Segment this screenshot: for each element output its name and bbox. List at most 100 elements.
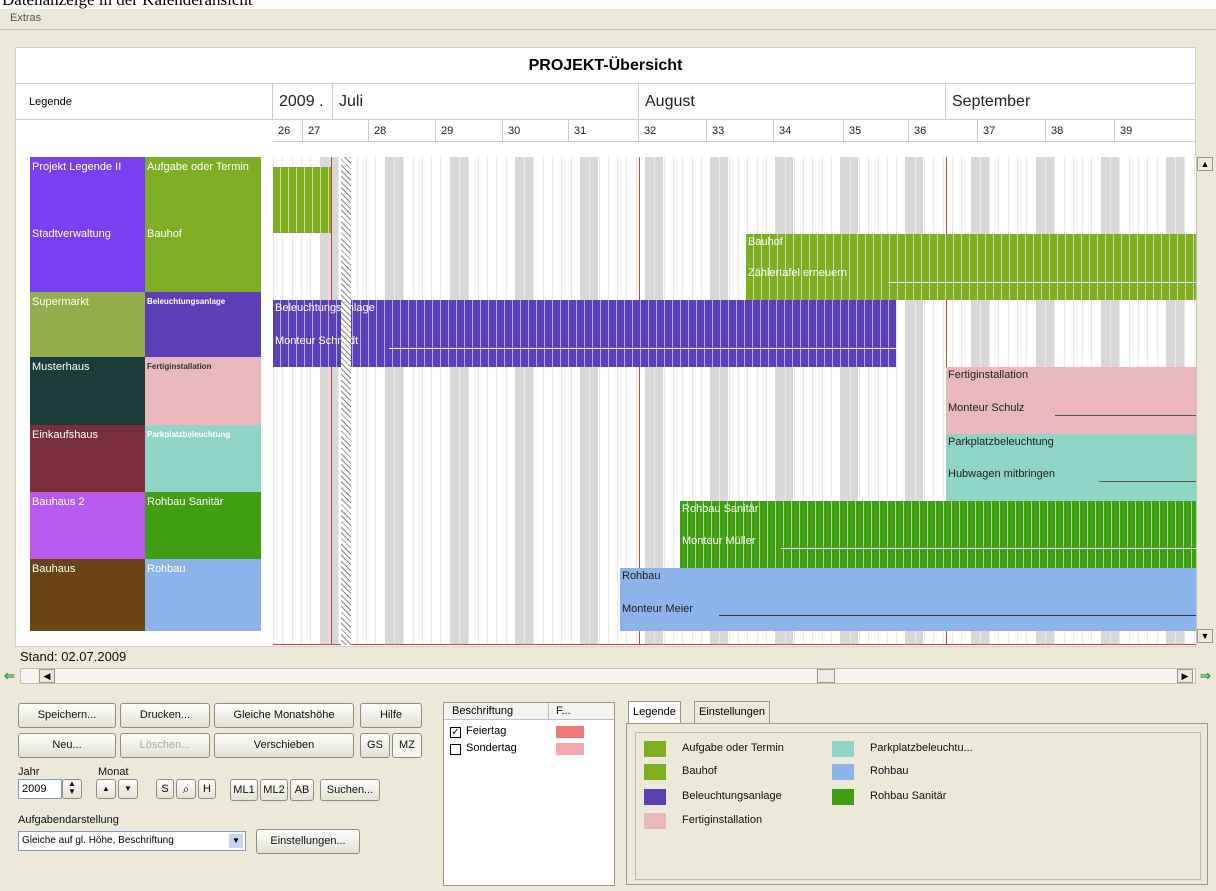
gantt-bar-rohbau-sanitaer-label: Rohbau Sanitär — [682, 503, 759, 515]
gantt-bar-beleuchtung[interactable]: Beleuchtungsanlage — [273, 300, 896, 367]
gantt-sub-line — [1099, 481, 1196, 482]
day-tick — [980, 143, 985, 153]
ml1-button[interactable]: ML1 — [230, 779, 258, 801]
day-tick — [422, 143, 427, 153]
help-button[interactable]: Hilfe — [360, 703, 422, 728]
move-button[interactable]: Verschieben — [214, 733, 354, 758]
day-gridline — [552, 157, 553, 645]
day-tick — [1008, 143, 1013, 153]
day-tick — [515, 143, 520, 153]
save-button[interactable]: Speichern... — [18, 703, 116, 728]
menu-extras[interactable]: Extras — [10, 12, 41, 24]
day-tick — [394, 143, 399, 153]
equal-month-height-button[interactable]: Gleiche Monatshöhe — [214, 703, 354, 728]
gs-button[interactable]: GS — [360, 733, 390, 758]
legend-header: Legende — [15, 84, 273, 120]
gantt-bar-fertig[interactable]: Fertiginstallation — [946, 367, 1196, 434]
week-cell: 27 — [303, 120, 369, 142]
tab-einstellungen[interactable]: Einstellungen — [694, 701, 771, 723]
legend-task-cell: Rohbau — [145, 559, 261, 631]
month-down-icon[interactable]: ▼ — [118, 779, 138, 799]
chevron-down-icon[interactable]: ▼ — [229, 834, 243, 848]
week-cell: 29 — [436, 120, 503, 142]
legend-panel: Aufgabe oder Termin Bauhof Beleuchtungsanl… — [626, 723, 1208, 885]
day-gridline — [506, 157, 507, 645]
task-display-select[interactable]: Gleiche auf gl. Höhe, Beschriftung ▼ — [18, 831, 246, 851]
legend-item-label: Beleuchtungsanlage — [682, 790, 782, 802]
day-gridline — [589, 157, 590, 645]
tab-legende[interactable]: Legende — [628, 701, 681, 723]
h-button[interactable]: H — [198, 779, 216, 799]
day-tick — [357, 143, 362, 153]
vertical-scrollbar[interactable]: ▲ ▼ — [1196, 157, 1213, 645]
feiertag-checkbox[interactable]: ✓ — [450, 727, 461, 738]
year-input[interactable]: 2009 — [18, 779, 62, 799]
day-tick — [1026, 143, 1031, 153]
legend-swatch — [644, 789, 666, 805]
new-button[interactable]: Neu... — [18, 733, 116, 758]
legend-swatch — [644, 741, 666, 757]
day-gridline — [366, 157, 367, 645]
scroll-right-icon[interactable]: ▶ — [1177, 669, 1193, 683]
day-gridline — [487, 157, 488, 645]
task-display-value: Gleiche auf gl. Höhe, Beschriftung — [22, 835, 174, 846]
gantt-bar-bauhof-label: Bauhof — [748, 236, 783, 248]
day-tick — [413, 143, 418, 153]
labels-list: Beschriftung F... ✓ Feiertag Sondertag — [443, 702, 615, 886]
col-f[interactable]: F... — [556, 705, 571, 717]
legend-swatch — [644, 764, 666, 780]
labels-list-header: Beschriftung F... — [444, 703, 614, 720]
delete-button[interactable]: Löschen... — [120, 733, 210, 758]
day-tick — [366, 143, 371, 153]
legend-swatch — [832, 789, 854, 805]
day-gridline — [440, 157, 441, 645]
col-beschriftung[interactable]: Beschriftung — [452, 705, 513, 717]
gantt-bar-rohbau[interactable]: Rohbau — [620, 568, 1196, 631]
nav-back-icon[interactable]: ⇐ — [4, 668, 15, 684]
gantt-bar-legend[interactable] — [273, 167, 331, 233]
sondertag-checkbox[interactable] — [450, 744, 461, 755]
print-button[interactable]: Drucken... — [120, 703, 210, 728]
scroll-down-icon[interactable]: ▼ — [1197, 629, 1213, 643]
window-title: Datenanzeige in der Kalenderansicht — [2, 0, 602, 9]
gantt-sub-line — [719, 615, 1196, 616]
year-spinner-icon[interactable]: ▲ ▼ — [62, 779, 82, 799]
day-tick — [375, 143, 380, 153]
search-button[interactable]: Suchen... — [320, 779, 380, 801]
ml2-button[interactable]: ML2 — [260, 779, 288, 801]
week-cell: 32 — [639, 120, 707, 142]
scroll-thumb[interactable] — [817, 669, 835, 683]
settings-button[interactable]: Einstellungen... — [256, 829, 360, 854]
task-display-label: Aufgabendarstellung — [18, 814, 119, 826]
nav-forward-icon[interactable]: ⇒ — [1200, 668, 1211, 684]
gantt-bar-rohbau-label: Rohbau — [622, 570, 661, 582]
legend-task-cell: Bauhof — [145, 224, 261, 292]
day-gridline — [599, 157, 600, 645]
day-gridline — [617, 157, 618, 645]
day-tick — [654, 143, 659, 153]
day-tick — [571, 143, 576, 153]
day-tick — [747, 143, 752, 153]
day-tick — [626, 143, 631, 153]
day-tick — [1036, 143, 1041, 153]
day-tick — [431, 143, 436, 153]
mz-button[interactable]: MZ — [392, 733, 422, 758]
gantt-bar-rohbau-sanitaer[interactable]: Rohbau Sanitär — [680, 501, 1196, 568]
day-tick — [1119, 143, 1124, 153]
day-tick — [459, 143, 464, 153]
horizontal-scrollbar[interactable]: ◀ ▶ — [20, 668, 1196, 684]
day-tick — [766, 143, 771, 153]
legend-project-cell: Projekt Legende II — [30, 157, 145, 224]
day-tick — [729, 143, 734, 153]
day-tick — [915, 143, 920, 153]
scroll-up-icon[interactable]: ▲ — [1197, 157, 1213, 171]
zoom-icon[interactable]: ⌕ — [176, 779, 196, 799]
day-tick — [273, 143, 278, 153]
s-button[interactable]: S — [156, 779, 174, 799]
month-up-icon[interactable]: ▲ — [96, 779, 116, 799]
sondertag-label: Sondertag — [466, 742, 517, 754]
scroll-left-icon[interactable]: ◀ — [39, 669, 55, 683]
legend-project-cell: Bauhaus — [30, 559, 145, 631]
day-tick — [933, 143, 938, 153]
ab-button[interactable]: AB — [290, 779, 314, 801]
